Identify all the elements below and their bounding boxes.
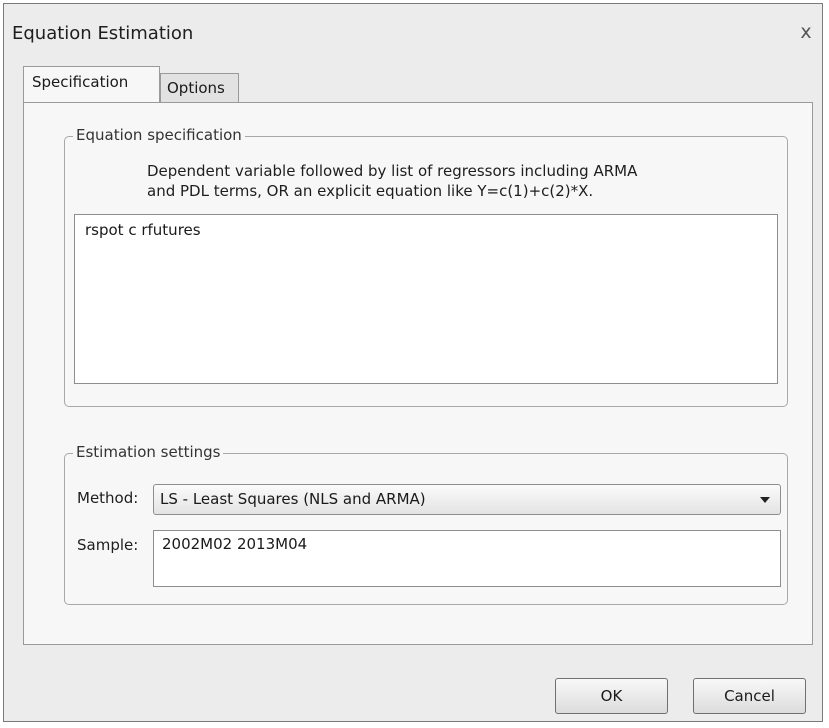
ok-button[interactable]: OK xyxy=(555,678,668,714)
chevron-down-icon[interactable] xyxy=(760,497,770,503)
title-bar[interactable]: Equation Estimation x xyxy=(4,4,822,56)
method-label: Method: xyxy=(77,489,139,507)
sample-label: Sample: xyxy=(77,536,139,554)
equation-instructions: Dependent variable followed by list of r… xyxy=(147,161,637,201)
tab-options[interactable]: Options xyxy=(160,73,239,103)
equation-specification-legend: Equation specification xyxy=(73,126,245,144)
equation-specification-group: Equation specification Dependent variabl… xyxy=(64,126,788,407)
tab-specification[interactable]: Specification xyxy=(23,66,160,102)
instructions-line-2: and PDL terms, OR an explicit equation l… xyxy=(147,182,594,200)
sample-input[interactable]: 2002M02 2013M04 xyxy=(153,530,781,587)
cancel-button[interactable]: Cancel xyxy=(693,678,806,714)
equation-input[interactable]: rspot c rfutures xyxy=(74,214,778,384)
dialog-title: Equation Estimation xyxy=(12,23,194,44)
method-select[interactable]: LS - Least Squares (NLS and ARMA) xyxy=(153,484,781,515)
estimation-settings-legend: Estimation settings xyxy=(73,443,224,461)
estimation-settings-group: Estimation settings Method: LS - Least S… xyxy=(64,443,788,605)
specification-panel: Equation specification Dependent variabl… xyxy=(23,102,813,645)
instructions-line-1: Dependent variable followed by list of r… xyxy=(147,162,638,180)
method-selected-value: LS - Least Squares (NLS and ARMA) xyxy=(160,490,426,508)
close-icon[interactable]: x xyxy=(794,20,818,44)
equation-estimation-dialog: Equation Estimation x Specification Opti… xyxy=(3,3,823,722)
